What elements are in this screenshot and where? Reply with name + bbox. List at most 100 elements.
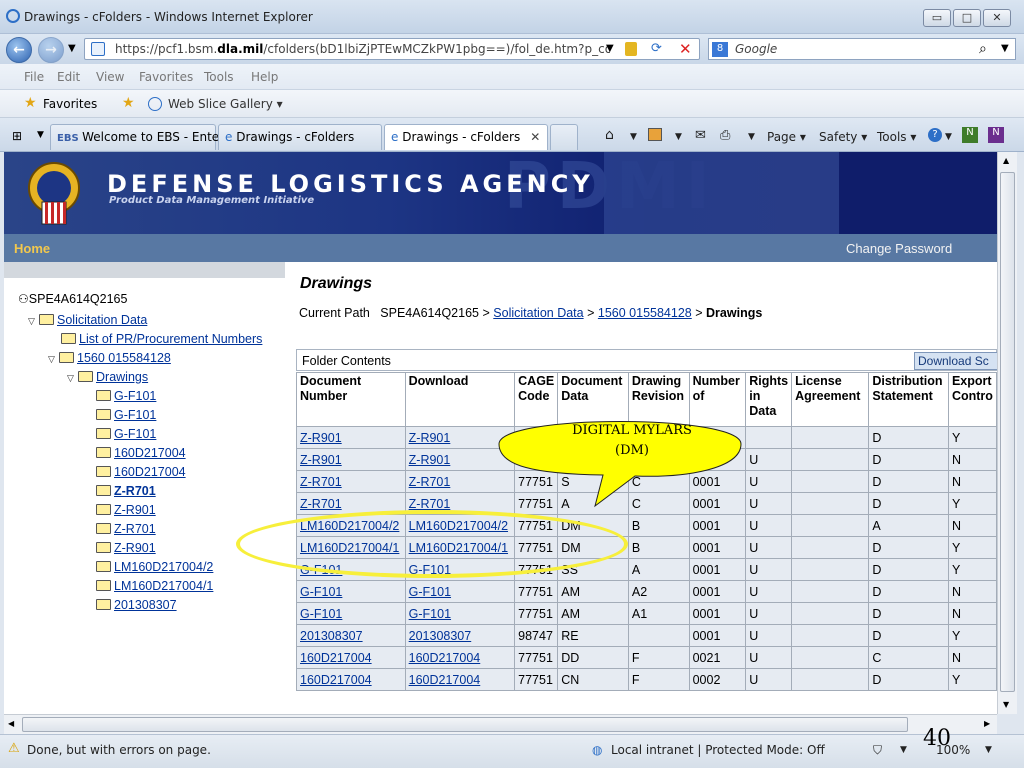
- download-link[interactable]: 160D217004: [409, 651, 481, 665]
- back-button[interactable]: ←: [6, 37, 32, 63]
- tree-item[interactable]: Z-R901: [96, 541, 156, 555]
- table-row[interactable]: G-F101 G-F101 77751 AM A1 0001 U D N: [296, 602, 997, 625]
- protected-mode-icon[interactable]: ⛉: [873, 743, 882, 758]
- column-header[interactable]: Document Number: [296, 372, 406, 427]
- scroll-down-icon[interactable]: ▼: [1003, 700, 1009, 709]
- document-number-link[interactable]: Z-R701: [300, 475, 342, 489]
- mail-icon[interactable]: ✉: [695, 128, 706, 143]
- history-dropdown-icon[interactable]: ▼: [68, 43, 76, 54]
- change-password-link[interactable]: Change Password: [846, 241, 952, 256]
- table-row[interactable]: 201308307 201308307 98747 RE 0001 U D Y: [296, 624, 997, 647]
- column-header[interactable]: Distribution Statement: [868, 372, 949, 427]
- document-number-link[interactable]: 160D217004: [300, 673, 372, 687]
- tab-list-dropdown-icon[interactable]: ▼: [37, 130, 44, 140]
- document-number-link[interactable]: Z-R901: [300, 453, 342, 467]
- lock-icon[interactable]: [625, 42, 637, 56]
- web-slice-gallery[interactable]: Web Slice Gallery ▾: [168, 97, 283, 111]
- download-link[interactable]: Z-R701: [409, 475, 451, 489]
- breadcrumb-pr-link[interactable]: 1560 015584128: [598, 306, 692, 320]
- breadcrumb-solicitation-link[interactable]: Solicitation Data: [493, 306, 583, 320]
- download-link[interactable]: G-F101: [409, 585, 451, 599]
- menu-help[interactable]: Help: [251, 70, 278, 84]
- search-dropdown-icon[interactable]: ▼: [1001, 43, 1009, 54]
- collapse-icon[interactable]: ▽: [28, 316, 39, 327]
- download-link[interactable]: G-F101: [409, 607, 451, 621]
- stop-icon[interactable]: ✕: [679, 40, 692, 58]
- download-link[interactable]: Z-R901: [409, 453, 451, 467]
- close-tab-icon[interactable]: ✕: [530, 130, 540, 144]
- tree-root[interactable]: ⚇SPE4A614Q2165: [18, 292, 127, 306]
- document-number-link[interactable]: 160D217004: [300, 651, 372, 665]
- vertical-scrollbar[interactable]: ▲ ▼: [997, 152, 1017, 714]
- document-number-link[interactable]: G-F101: [300, 585, 342, 599]
- tree-item[interactable]: G-F101: [96, 408, 156, 422]
- warning-icon[interactable]: ⚠: [8, 741, 20, 756]
- column-header[interactable]: Drawing Revision: [627, 372, 690, 427]
- column-header[interactable]: Export Contro: [947, 372, 997, 427]
- feeds-dropdown-icon[interactable]: ▼: [675, 132, 682, 142]
- document-number-link[interactable]: 201308307: [300, 629, 363, 643]
- tree-item[interactable]: 160D217004: [96, 465, 186, 479]
- column-header[interactable]: Rights in Data: [745, 372, 793, 427]
- column-header[interactable]: Document Data: [557, 372, 629, 427]
- download-selected-button[interactable]: Download Sc: [914, 352, 997, 370]
- tree-item-pr-list[interactable]: List of PR/Procurement Numbers: [61, 332, 262, 346]
- search-icon[interactable]: ⌕: [979, 41, 987, 57]
- scroll-right-icon[interactable]: ▶: [984, 719, 990, 728]
- download-link[interactable]: 160D217004: [409, 673, 481, 687]
- menu-view[interactable]: View: [96, 70, 124, 84]
- tools-menu[interactable]: Tools ▾: [877, 130, 916, 144]
- quick-tabs-icon[interactable]: ⊞: [12, 129, 22, 143]
- menu-tools[interactable]: Tools: [204, 70, 234, 84]
- add-favorite-icon[interactable]: ★: [122, 95, 135, 111]
- help-icon[interactable]: ?: [928, 128, 942, 142]
- download-link[interactable]: Z-R901: [409, 431, 451, 445]
- home-dropdown-icon[interactable]: ▼: [630, 132, 637, 142]
- tab-drawings-2[interactable]: e Drawings - cFolders ✕: [384, 124, 548, 150]
- page-menu[interactable]: Page ▾: [767, 130, 806, 144]
- tree-item[interactable]: G-F101: [96, 389, 156, 403]
- table-row[interactable]: 160D217004 160D217004 77751 CN F 0002 U D Y: [296, 668, 997, 691]
- address-bar[interactable]: https://pcf1.bsm.dla.mil/cfolders(bD1lbi…: [84, 38, 700, 60]
- refresh-icon[interactable]: ⟳: [651, 41, 662, 56]
- column-header[interactable]: License Agreement: [791, 372, 870, 427]
- print-dropdown-icon[interactable]: ▼: [748, 132, 755, 142]
- tree-item[interactable]: LM160D217004/1: [96, 579, 213, 593]
- menu-file[interactable]: File: [24, 70, 44, 84]
- zoom-menu-dropdown-icon[interactable]: ▼: [985, 745, 992, 755]
- forward-button[interactable]: →: [38, 37, 64, 63]
- security-zone[interactable]: Local intranet | Protected Mode: Off: [611, 743, 825, 757]
- tree-item-solicitation-data[interactable]: ▽ Solicitation Data: [28, 313, 147, 327]
- minimize-button[interactable]: ▭: [923, 9, 951, 27]
- table-row[interactable]: Z-R701 Z-R701 77751 S C 0001 U D N: [296, 470, 997, 493]
- tree-item[interactable]: 201308307: [96, 598, 177, 612]
- column-header[interactable]: Number of: [688, 372, 747, 427]
- safety-menu[interactable]: Safety ▾: [819, 130, 867, 144]
- table-row[interactable]: G-F101 G-F101 77751 AM A2 0001 U D N: [296, 580, 997, 603]
- search-box[interactable]: 8 Google ⌕ ▼: [708, 38, 1016, 60]
- document-number-link[interactable]: Z-R701: [300, 497, 342, 511]
- download-link[interactable]: Z-R701: [409, 497, 451, 511]
- print-icon[interactable]: ⎙: [720, 128, 730, 143]
- home-icon[interactable]: ⌂: [605, 127, 614, 143]
- collapse-icon[interactable]: ▽: [48, 354, 59, 365]
- tree-item-drawings[interactable]: ▽ Drawings: [67, 370, 148, 384]
- scroll-left-icon[interactable]: ◀: [8, 719, 14, 728]
- feeds-icon[interactable]: [648, 128, 662, 141]
- document-number-link[interactable]: G-F101: [300, 607, 342, 621]
- vertical-scroll-thumb[interactable]: [1000, 172, 1015, 692]
- help-dropdown-icon[interactable]: ▼: [945, 132, 952, 142]
- new-tab-button[interactable]: [550, 124, 578, 150]
- tree-item-selected[interactable]: Z-R701: [96, 484, 156, 498]
- table-row[interactable]: 160D217004 160D217004 77751 DD F 0021 U C N: [296, 646, 997, 669]
- tree-item-pr-number[interactable]: ▽ 1560 015584128: [48, 351, 171, 365]
- tab-drawings-1[interactable]: e Drawings - cFolders: [218, 124, 382, 150]
- column-header[interactable]: Download: [404, 372, 516, 427]
- tree-item[interactable]: LM160D217004/2: [96, 560, 213, 574]
- addon-icon-1[interactable]: N: [962, 127, 978, 143]
- address-dropdown-icon[interactable]: ▼: [606, 43, 614, 54]
- maximize-button[interactable]: □: [953, 9, 981, 27]
- menu-favorites[interactable]: Favorites: [139, 70, 193, 84]
- document-number-link[interactable]: Z-R901: [300, 431, 342, 445]
- tree-item[interactable]: 160D217004: [96, 446, 186, 460]
